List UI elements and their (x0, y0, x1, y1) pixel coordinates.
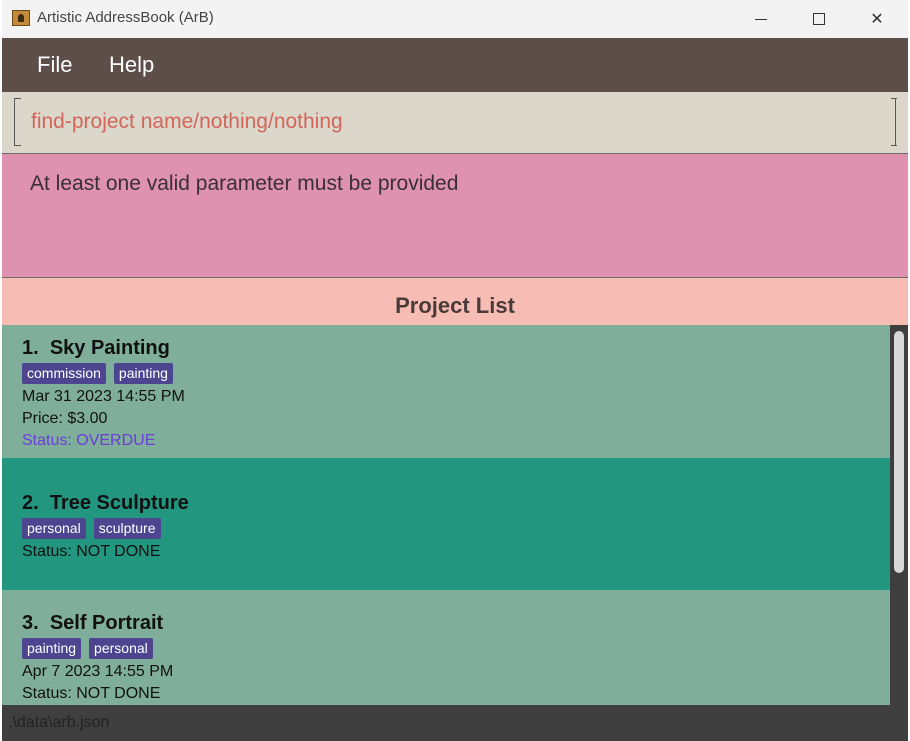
menu-help[interactable]: Help (109, 52, 154, 78)
project-tags: painting personal (22, 638, 153, 659)
project-index: 3. (22, 612, 39, 634)
project-status: Status: OVERDUE (22, 432, 156, 449)
project-status: Status: NOT DONE (22, 685, 161, 702)
project-list-scrollbar[interactable] (890, 325, 908, 705)
project-tags: commission painting (22, 363, 173, 384)
result-display: At least one valid parameter must be pro… (2, 153, 908, 278)
project-list: 1. Sky Painting commission painting Mar … (2, 325, 890, 705)
project-list-header: Project List (2, 278, 908, 325)
project-index: 2. (22, 492, 39, 514)
title-bar: Artistic AddressBook (ArB) ✕ (2, 0, 908, 38)
project-title: 3. Self Portrait (22, 612, 163, 635)
window-title: Artistic AddressBook (ArB) (37, 9, 214, 26)
project-status: Status: NOT DONE (22, 543, 161, 560)
project-tags: personal sculpture (22, 518, 161, 539)
tag: painting (22, 638, 82, 659)
project-title: 2. Tree Sculpture (22, 492, 189, 515)
app-window: Artistic AddressBook (ArB) ✕ File Help f… (2, 0, 908, 741)
menu-bar: File Help (2, 38, 908, 92)
close-button[interactable]: ✕ (848, 0, 906, 38)
maximize-button[interactable] (790, 0, 848, 38)
command-box-area: find-project name/nothing/nothing (2, 92, 908, 153)
tag: personal (22, 518, 86, 539)
project-title: 1. Sky Painting (22, 337, 170, 360)
tag: commission (22, 363, 106, 384)
minimize-button[interactable] (732, 0, 790, 38)
result-message: At least one valid parameter must be pro… (30, 172, 459, 195)
project-index: 1. (22, 337, 39, 359)
project-card[interactable]: 1. Sky Painting commission painting Mar … (2, 325, 890, 458)
data-file-path: .\data\arb.json (8, 714, 110, 731)
project-deadline: Apr 7 2023 14:55 PM (22, 663, 174, 680)
address-book-icon (12, 10, 30, 26)
menu-file[interactable]: File (37, 52, 72, 78)
scrollbar-thumb[interactable] (894, 331, 904, 573)
status-bar: .\data\arb.json (2, 705, 908, 741)
command-text: find-project name/nothing/nothing (31, 110, 343, 133)
project-deadline: Mar 31 2023 14:55 PM (22, 388, 185, 405)
tag: sculpture (93, 518, 161, 539)
command-input[interactable]: find-project name/nothing/nothing (14, 98, 897, 146)
project-name: Sky Painting (49, 337, 170, 359)
minimize-icon (755, 18, 767, 20)
project-name: Self Portrait (49, 612, 164, 634)
tag: personal (89, 638, 153, 659)
project-card-selected[interactable]: 2. Tree Sculpture personal sculpture Sta… (2, 458, 890, 590)
close-icon: ✕ (870, 11, 884, 28)
project-list-title: Project List (395, 293, 515, 318)
tag: painting (113, 363, 173, 384)
project-price: Price: $3.00 (22, 410, 108, 427)
maximize-icon (813, 13, 825, 25)
project-name: Tree Sculpture (49, 492, 189, 514)
project-card[interactable]: 3. Self Portrait painting personal Apr 7… (2, 590, 890, 705)
